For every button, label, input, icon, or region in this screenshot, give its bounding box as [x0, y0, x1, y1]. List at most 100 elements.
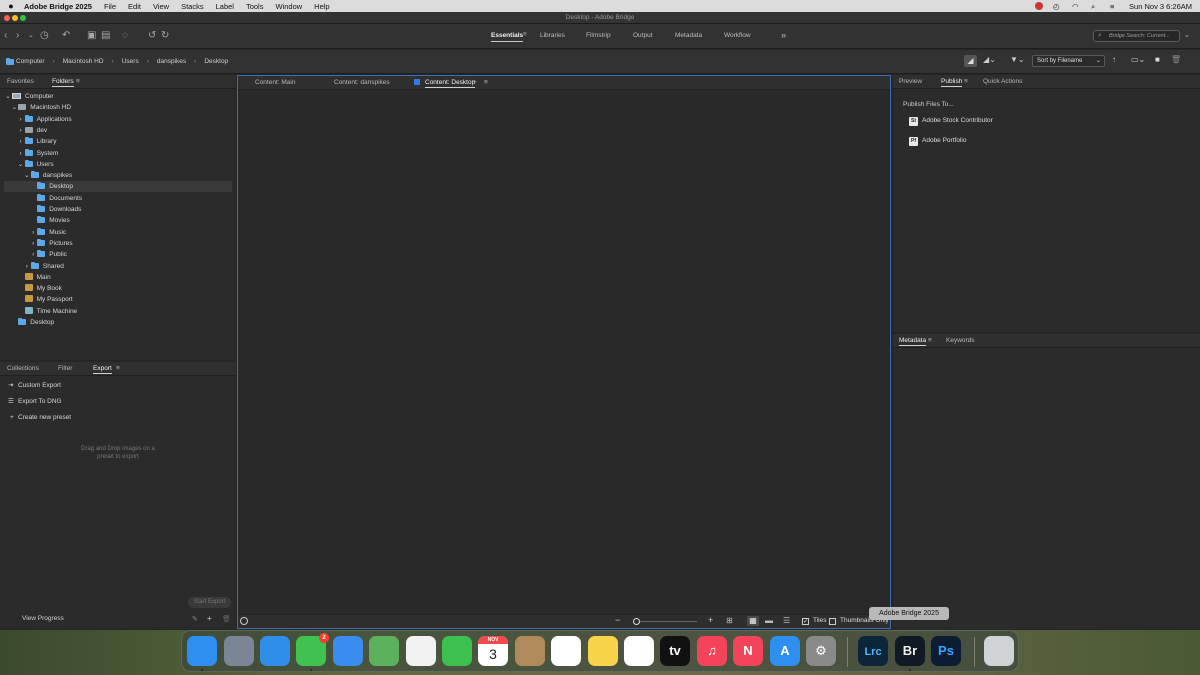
sort-dropdown[interactable]: Sort by Filename ⌄	[1032, 55, 1105, 67]
chevron-down-icon[interactable]: ⌄	[4, 91, 12, 102]
new-folder-icon[interactable]: ■	[1155, 55, 1160, 64]
chevron-right-icon[interactable]: ›	[17, 148, 25, 159]
tab-preview[interactable]: Preview	[899, 78, 922, 85]
filter-items-icon[interactable]: ▼⌄	[1010, 55, 1025, 64]
panel-menu-icon[interactable]: ≡	[76, 78, 80, 85]
breadcrumb-computer[interactable]: Computer	[16, 58, 45, 65]
zoom-window-button[interactable]	[20, 15, 26, 21]
details-view-icon[interactable]: ▬	[765, 616, 773, 625]
workspace-filmstrip[interactable]: Filmstrip	[586, 32, 611, 39]
zoom-slider-thumb[interactable]	[633, 618, 641, 625]
photoshop-icon[interactable]: Ps	[931, 636, 961, 666]
wifi-icon[interactable]: ◠	[1072, 2, 1081, 11]
tab-keywords[interactable]: Keywords	[946, 337, 975, 344]
panel-menu-icon[interactable]: ≡	[928, 337, 932, 344]
chevron-right-icon[interactable]: ›	[29, 227, 37, 238]
folder-tree-item[interactable]: Desktop	[4, 181, 232, 193]
menu-tools[interactable]: Tools	[240, 2, 270, 11]
boomerang-icon[interactable]: ↶	[62, 30, 70, 42]
spotlight-icon[interactable]: ⌕	[1091, 2, 1100, 11]
delete-icon[interactable]: 🗑	[1171, 55, 1181, 64]
tab-favorites[interactable]: Favorites	[7, 78, 34, 85]
breadcrumb-macintosh-hd[interactable]: Macintosh HD	[63, 58, 104, 65]
creative-cloud-icon[interactable]	[1035, 2, 1044, 10]
tab-metadata[interactable]: Metadata	[899, 337, 927, 346]
chevron-right-icon[interactable]: ›	[17, 125, 25, 136]
folder-tree-item[interactable]: › Shared	[4, 261, 232, 272]
star-filter-icon[interactable]: ◢⌄	[983, 55, 996, 64]
rotate-right-icon[interactable]: ↻	[161, 30, 169, 42]
settings-icon[interactable]: ⚙	[806, 636, 836, 666]
music-icon[interactable]: ♫	[697, 636, 727, 666]
menu-file[interactable]: File	[98, 2, 122, 11]
zoom-out-icon[interactable]: −	[615, 615, 620, 625]
menu-app-name[interactable]: Adobe Bridge 2025	[22, 2, 98, 11]
menu-edit[interactable]: Edit	[122, 2, 147, 11]
breadcrumb-danspikes[interactable]: danspikes	[157, 58, 186, 65]
chevron-right-icon[interactable]: ›	[17, 114, 25, 125]
panel-menu-icon[interactable]: ≡	[964, 78, 968, 85]
close-window-button[interactable]	[4, 15, 10, 21]
add-tab-icon[interactable]: +	[473, 79, 477, 86]
zoom-slider-track[interactable]	[633, 618, 697, 625]
bridge-icon[interactable]: Br	[895, 636, 925, 666]
camera-import-icon[interactable]: ▣	[87, 30, 96, 42]
folder-tree-item[interactable]: Documents	[4, 193, 232, 204]
reminders-icon[interactable]	[551, 636, 581, 666]
workspace-output[interactable]: Output	[633, 32, 653, 39]
zoom-in-icon[interactable]: +	[708, 615, 713, 625]
folder-tree-item[interactable]: Main	[4, 272, 232, 283]
folder-tree-item[interactable]: › Music	[4, 227, 232, 238]
messages-icon[interactable]: 2	[296, 633, 329, 666]
workspace-metadata[interactable]: Metadata	[675, 32, 702, 39]
create-preset-item[interactable]: + Create new preset	[8, 412, 71, 424]
tab-collections[interactable]: Collections	[7, 365, 39, 372]
rotate-left-icon[interactable]: ↺	[148, 30, 156, 42]
tab-quick-actions[interactable]: Quick Actions	[983, 78, 1022, 85]
chevron-down-icon[interactable]: ⌄	[10, 102, 18, 113]
tab-folders[interactable]: Folders	[52, 78, 74, 87]
chevron-right-icon[interactable]: ›	[29, 249, 37, 260]
chevron-right-icon[interactable]: ›	[23, 261, 31, 272]
grid-view-icon[interactable]: ⊞	[726, 616, 733, 625]
tab-content-main[interactable]: Content: Main	[255, 79, 295, 86]
folder-tree-item[interactable]: ⌄ Macintosh HD	[4, 102, 232, 113]
folder-tree-item[interactable]: Downloads	[4, 204, 232, 215]
folder-tree-item[interactable]: › Applications	[4, 114, 232, 125]
tiles-checkbox[interactable]: ✓	[802, 618, 809, 625]
recent-icon[interactable]: ◷	[40, 30, 49, 42]
folder-tree-item[interactable]: ⌄ Computer	[4, 91, 232, 102]
folder-tree-item[interactable]: My Passport	[4, 294, 232, 305]
chevron-right-icon[interactable]: ›	[29, 238, 37, 249]
maps-icon[interactable]	[369, 636, 399, 666]
trash-icon[interactable]: 🗑	[222, 615, 231, 623]
folder-tree-item[interactable]: › Public	[4, 249, 232, 260]
trash-icon[interactable]	[984, 636, 1014, 666]
thumbnails-only-checkbox[interactable]	[829, 618, 836, 625]
menu-label[interactable]: Label	[210, 2, 240, 11]
folder-tree-item[interactable]: Desktop	[4, 317, 232, 328]
tab-export[interactable]: Export	[93, 365, 112, 374]
bridge-search-input[interactable]: ⌕ Bridge Search: Current...	[1093, 30, 1180, 42]
folder-tree-item[interactable]: › dev	[4, 125, 232, 136]
freeform-icon[interactable]	[624, 636, 654, 666]
view-progress-link[interactable]: View Progress	[22, 615, 64, 622]
export-item-dng[interactable]: ☰ Export To DNG	[8, 396, 62, 408]
folder-tree-item[interactable]: Time Machine	[4, 306, 232, 317]
back-icon[interactable]: ‹	[4, 30, 7, 42]
sort-ascending-icon[interactable]: ↑	[1112, 55, 1116, 64]
folder-tree-item[interactable]: › System	[4, 148, 232, 159]
folder-tree-item[interactable]: › Pictures	[4, 238, 232, 249]
photos-icon[interactable]	[406, 636, 436, 666]
time-machine-status-icon[interactable]: ◴	[1053, 2, 1062, 11]
folder-tree-item[interactable]: › Library	[4, 136, 232, 147]
panel-menu-icon[interactable]: ≡	[484, 79, 488, 86]
thumbnail-view-icon[interactable]: ▦	[747, 616, 759, 626]
edit-icon[interactable]: ✎	[192, 615, 198, 623]
menu-help[interactable]: Help	[308, 2, 335, 11]
panel-menu-icon[interactable]: ≡	[116, 365, 120, 372]
more-workspaces-icon[interactable]: »	[781, 30, 786, 40]
news-icon[interactable]: N	[733, 636, 763, 666]
tab-content-danspikes[interactable]: Content: danspikes	[334, 79, 390, 86]
minimize-window-button[interactable]	[12, 15, 18, 21]
